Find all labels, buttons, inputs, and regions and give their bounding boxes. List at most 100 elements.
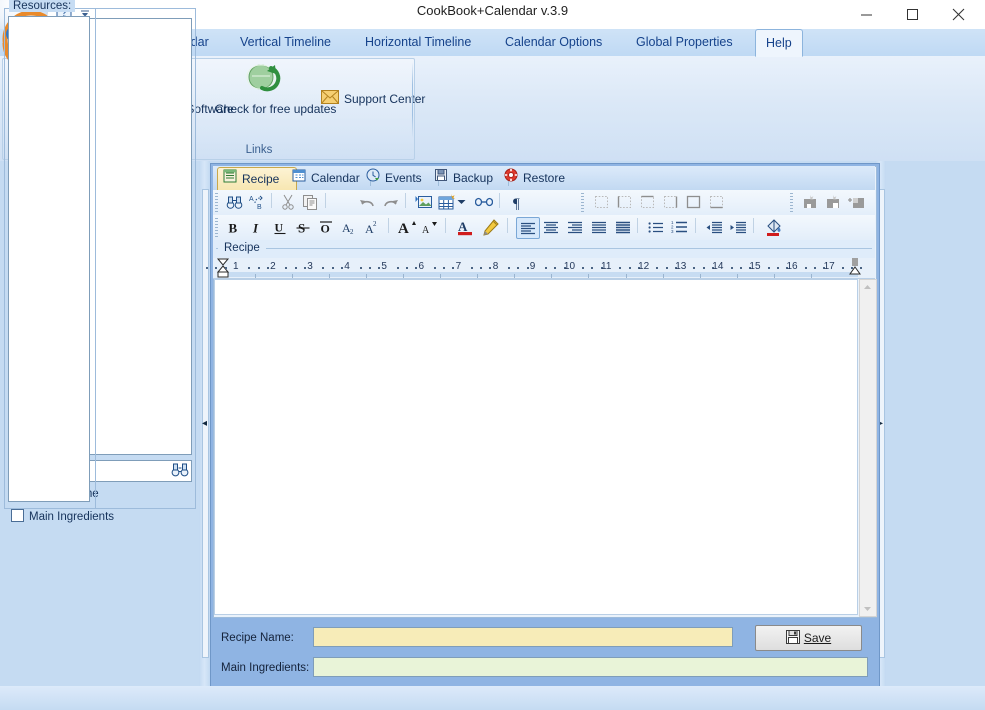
font-color-button[interactable]: A (454, 217, 476, 237)
ribbon-tab-help[interactable]: Help (755, 29, 803, 57)
svg-text:A: A (422, 225, 430, 235)
superscript-button[interactable]: A2 (361, 217, 383, 237)
check-for-free-updates-button[interactable]: Check for free updates (215, 62, 336, 116)
ruler-dot (443, 267, 446, 269)
resources-title: Resources: (9, 0, 76, 12)
collapse-left-icon[interactable]: ◂ (199, 418, 210, 430)
support-center-button[interactable]: Support Center (321, 90, 425, 107)
svg-text:3: 3 (671, 229, 674, 234)
align-left-button[interactable] (516, 217, 540, 239)
ruler-tab-mark (328, 274, 330, 278)
refresh-globe-icon (215, 62, 311, 99)
ruler-dot (215, 267, 218, 269)
redo-button[interactable] (379, 192, 401, 212)
bullet-list-button[interactable] (645, 217, 667, 237)
binoculars-icon[interactable] (171, 462, 189, 478)
replace-button[interactable]: AB (246, 192, 268, 212)
align-center-button[interactable] (540, 217, 562, 237)
envelope-icon (321, 90, 339, 107)
tab-calendar[interactable]: Calendar (287, 167, 371, 190)
table-dropdown-icon[interactable] (453, 192, 469, 212)
border-all-button[interactable] (682, 192, 704, 212)
ruler-dot (405, 267, 408, 269)
ruler-tick: 17 (823, 261, 835, 272)
show-marks-button[interactable]: ¶ (507, 192, 529, 212)
tab-restore[interactable]: Restore (499, 167, 583, 190)
fill-color-button[interactable] (763, 217, 785, 237)
align-right-button[interactable] (564, 217, 586, 237)
subscript-button[interactable]: A2 (338, 217, 360, 237)
main-ingredients-input[interactable] (313, 657, 868, 677)
main-ingredients-checkbox[interactable] (11, 509, 24, 522)
ruler-tab-mark (773, 274, 775, 278)
border-right-button[interactable] (659, 192, 681, 212)
copy-button[interactable] (299, 192, 321, 212)
grow-font-button[interactable]: A (396, 217, 418, 237)
recipe-name-input[interactable] (313, 627, 733, 647)
tab-backup[interactable]: Backup (429, 167, 509, 190)
tab-events[interactable]: Events (361, 167, 439, 190)
align-justify-button[interactable] (588, 217, 610, 237)
border-left-button[interactable] (613, 192, 635, 212)
ruler-dot (628, 267, 631, 269)
ruler-dot (591, 267, 594, 269)
ruler-tab-mark (440, 274, 442, 278)
document-group-header: Recipe (213, 240, 875, 258)
svg-text:U: U (275, 220, 284, 234)
backup-icon (434, 167, 448, 190)
events-icon (366, 167, 380, 190)
save-button[interactable]: Save (755, 625, 862, 651)
decrease-indent-button[interactable] (703, 217, 725, 237)
shrink-font-button[interactable]: A (419, 217, 441, 237)
close-icon[interactable] (935, 1, 981, 28)
tab-recipe-label: Recipe (242, 172, 280, 186)
ruler-dot (507, 267, 510, 269)
bold-button[interactable]: B (223, 217, 245, 237)
split-cells-button[interactable] (822, 192, 844, 212)
recipe-text-editor[interactable] (214, 279, 858, 615)
document-ruler[interactable]: 1 2 3 4 5 6 7 8 9 10 11 12 13 14 15 16 17 (206, 258, 875, 279)
tab-recipe[interactable]: Recipe (217, 167, 297, 191)
editor-vertical-scrollbar[interactable] (859, 279, 877, 617)
border-bottom-button[interactable] (705, 192, 727, 212)
maximize-icon[interactable] (889, 1, 935, 28)
ruler-tick: 2 (270, 261, 276, 272)
left-splitter[interactable]: ◂ (199, 161, 210, 686)
filter-main-ingredients[interactable]: Main Ingredients (11, 509, 114, 523)
ruler-tab-mark (811, 274, 813, 278)
ruler-dot (248, 267, 251, 269)
ribbon-tab-calendar-options[interactable]: Calendar Options (495, 29, 612, 56)
resources-list[interactable] (8, 16, 90, 502)
italic-button[interactable]: I (246, 217, 268, 237)
ribbon-tab-horizontal-timeline[interactable]: Horizontal Timeline (355, 29, 481, 56)
increase-indent-button[interactable] (727, 217, 749, 237)
scroll-up-icon[interactable] (860, 280, 874, 294)
merge-cells-button[interactable] (799, 192, 821, 212)
underline-button[interactable]: U (269, 217, 291, 237)
resources-group: Resources: (4, 0, 96, 509)
ribbon-tab-vertical-timeline[interactable]: Vertical Timeline (230, 29, 341, 56)
highlight-button[interactable] (479, 217, 501, 237)
border-none-button[interactable] (590, 192, 612, 212)
insert-image-button[interactable] (413, 192, 435, 212)
ruler-tick: 3 (307, 261, 313, 272)
strikethrough-button[interactable]: S (292, 217, 314, 237)
find-button[interactable] (223, 192, 245, 212)
overline-button[interactable]: O (315, 217, 337, 237)
ribbon-tab-global-properties[interactable]: Global Properties (626, 29, 743, 56)
numbered-list-button[interactable]: 123 (668, 217, 690, 237)
undo-button[interactable] (356, 192, 378, 212)
ruler-tab-mark (625, 274, 627, 278)
scroll-down-icon[interactable] (860, 602, 874, 616)
minimize-icon[interactable] (843, 1, 889, 28)
align-block-button[interactable] (612, 217, 634, 237)
border-top-button[interactable] (636, 192, 658, 212)
svg-text:A: A (398, 221, 409, 235)
ruler-tick: 14 (712, 261, 724, 272)
hyperlink-button[interactable] (473, 192, 495, 212)
insert-cells-button[interactable] (845, 192, 867, 212)
ruler-dot (656, 267, 659, 269)
ruler-dot (619, 267, 622, 269)
ruler-tick: 6 (418, 261, 425, 272)
cut-button[interactable] (277, 192, 299, 212)
